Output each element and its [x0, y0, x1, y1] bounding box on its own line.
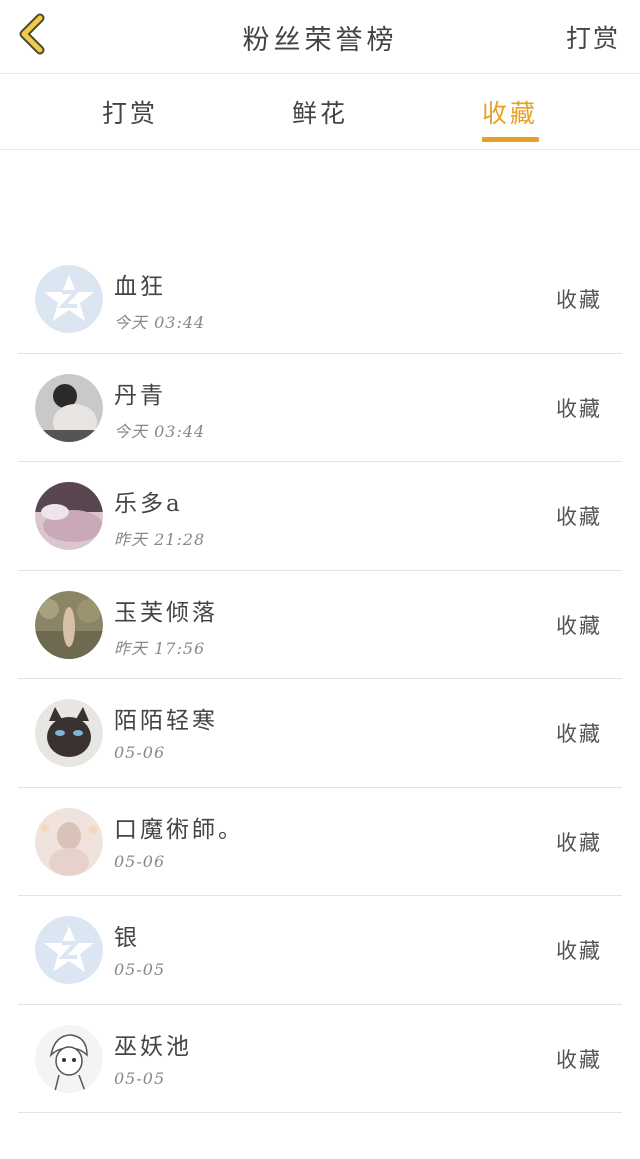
- fan-action: 收藏: [556, 288, 602, 312]
- fan-action: 收藏: [556, 830, 602, 855]
- fan-time: 昨天 17:56: [114, 638, 206, 658]
- fan-action: 收藏: [556, 939, 602, 963]
- list-item[interactable]: 玉芙倾落 昨天 17:56 收藏: [18, 571, 622, 679]
- list-item[interactable]: 口魔術師。 05-06 收藏: [18, 788, 622, 896]
- fan-time: 今天 03:44: [114, 313, 206, 332]
- fan-action: 收藏: [556, 722, 602, 746]
- fan-name: 陌陌轻寒: [114, 708, 218, 734]
- cat-photo-avatar: [35, 699, 103, 767]
- list-item[interactable]: 丹青 今天 03:44 收藏: [18, 354, 622, 462]
- fan-name: 口魔術師。: [114, 816, 244, 843]
- fan-action: 收藏: [556, 396, 602, 421]
- tab-bar: 打赏 鲜花 收藏: [0, 74, 640, 150]
- tab-flowers[interactable]: 鲜花: [270, 94, 370, 130]
- fan-time: 昨天 21:28: [114, 530, 206, 549]
- fan-name: 丹青: [114, 382, 166, 409]
- photo-avatar: [35, 590, 103, 659]
- fan-action: 收藏: [556, 613, 602, 638]
- top-bar: 粉丝荣誉榜 打赏: [0, 0, 640, 74]
- fan-time: 05-06: [114, 743, 166, 762]
- fan-time: 05-05: [114, 1068, 166, 1088]
- fan-time: 今天 03:44: [114, 421, 206, 441]
- list-item[interactable]: 陌陌轻寒 05-06 收藏: [18, 679, 622, 788]
- tab-reward[interactable]: 打赏: [80, 94, 180, 130]
- default-star-avatar: [35, 916, 103, 984]
- list-item[interactable]: 银 05-05 收藏: [18, 896, 622, 1005]
- photo-avatar: [35, 807, 103, 876]
- fan-name: 血狂: [114, 274, 166, 300]
- active-tab-indicator: [482, 137, 539, 142]
- fan-name: 玉芙倾落: [114, 599, 218, 626]
- fan-name: 巫妖池: [114, 1033, 192, 1060]
- list-item[interactable]: 血狂 今天 03:44 收藏: [18, 245, 622, 354]
- fan-name: 银: [114, 925, 140, 951]
- fan-name: 乐多a: [114, 491, 183, 517]
- fan-list: 血狂 今天 03:44 收藏 丹青 今天 03:44 收藏 乐多a 昨天 21:…: [18, 245, 622, 1113]
- tab-favorites[interactable]: 收藏: [460, 94, 560, 130]
- fan-time: 05-05: [114, 960, 166, 979]
- list-item[interactable]: 巫妖池 05-05 收藏: [18, 1005, 622, 1113]
- cartoon-avatar: [35, 1024, 103, 1093]
- photo-avatar: [35, 373, 103, 442]
- fan-action: 收藏: [556, 1047, 602, 1072]
- page-title: 粉丝荣誉榜: [242, 25, 398, 56]
- list-item[interactable]: 乐多a 昨天 21:28 收藏: [18, 462, 622, 571]
- fan-action: 收藏: [556, 505, 602, 529]
- default-star-avatar: [35, 265, 103, 333]
- photo-avatar: [35, 482, 103, 550]
- fan-time: 05-06: [114, 851, 166, 871]
- reward-button[interactable]: 打赏: [566, 19, 620, 55]
